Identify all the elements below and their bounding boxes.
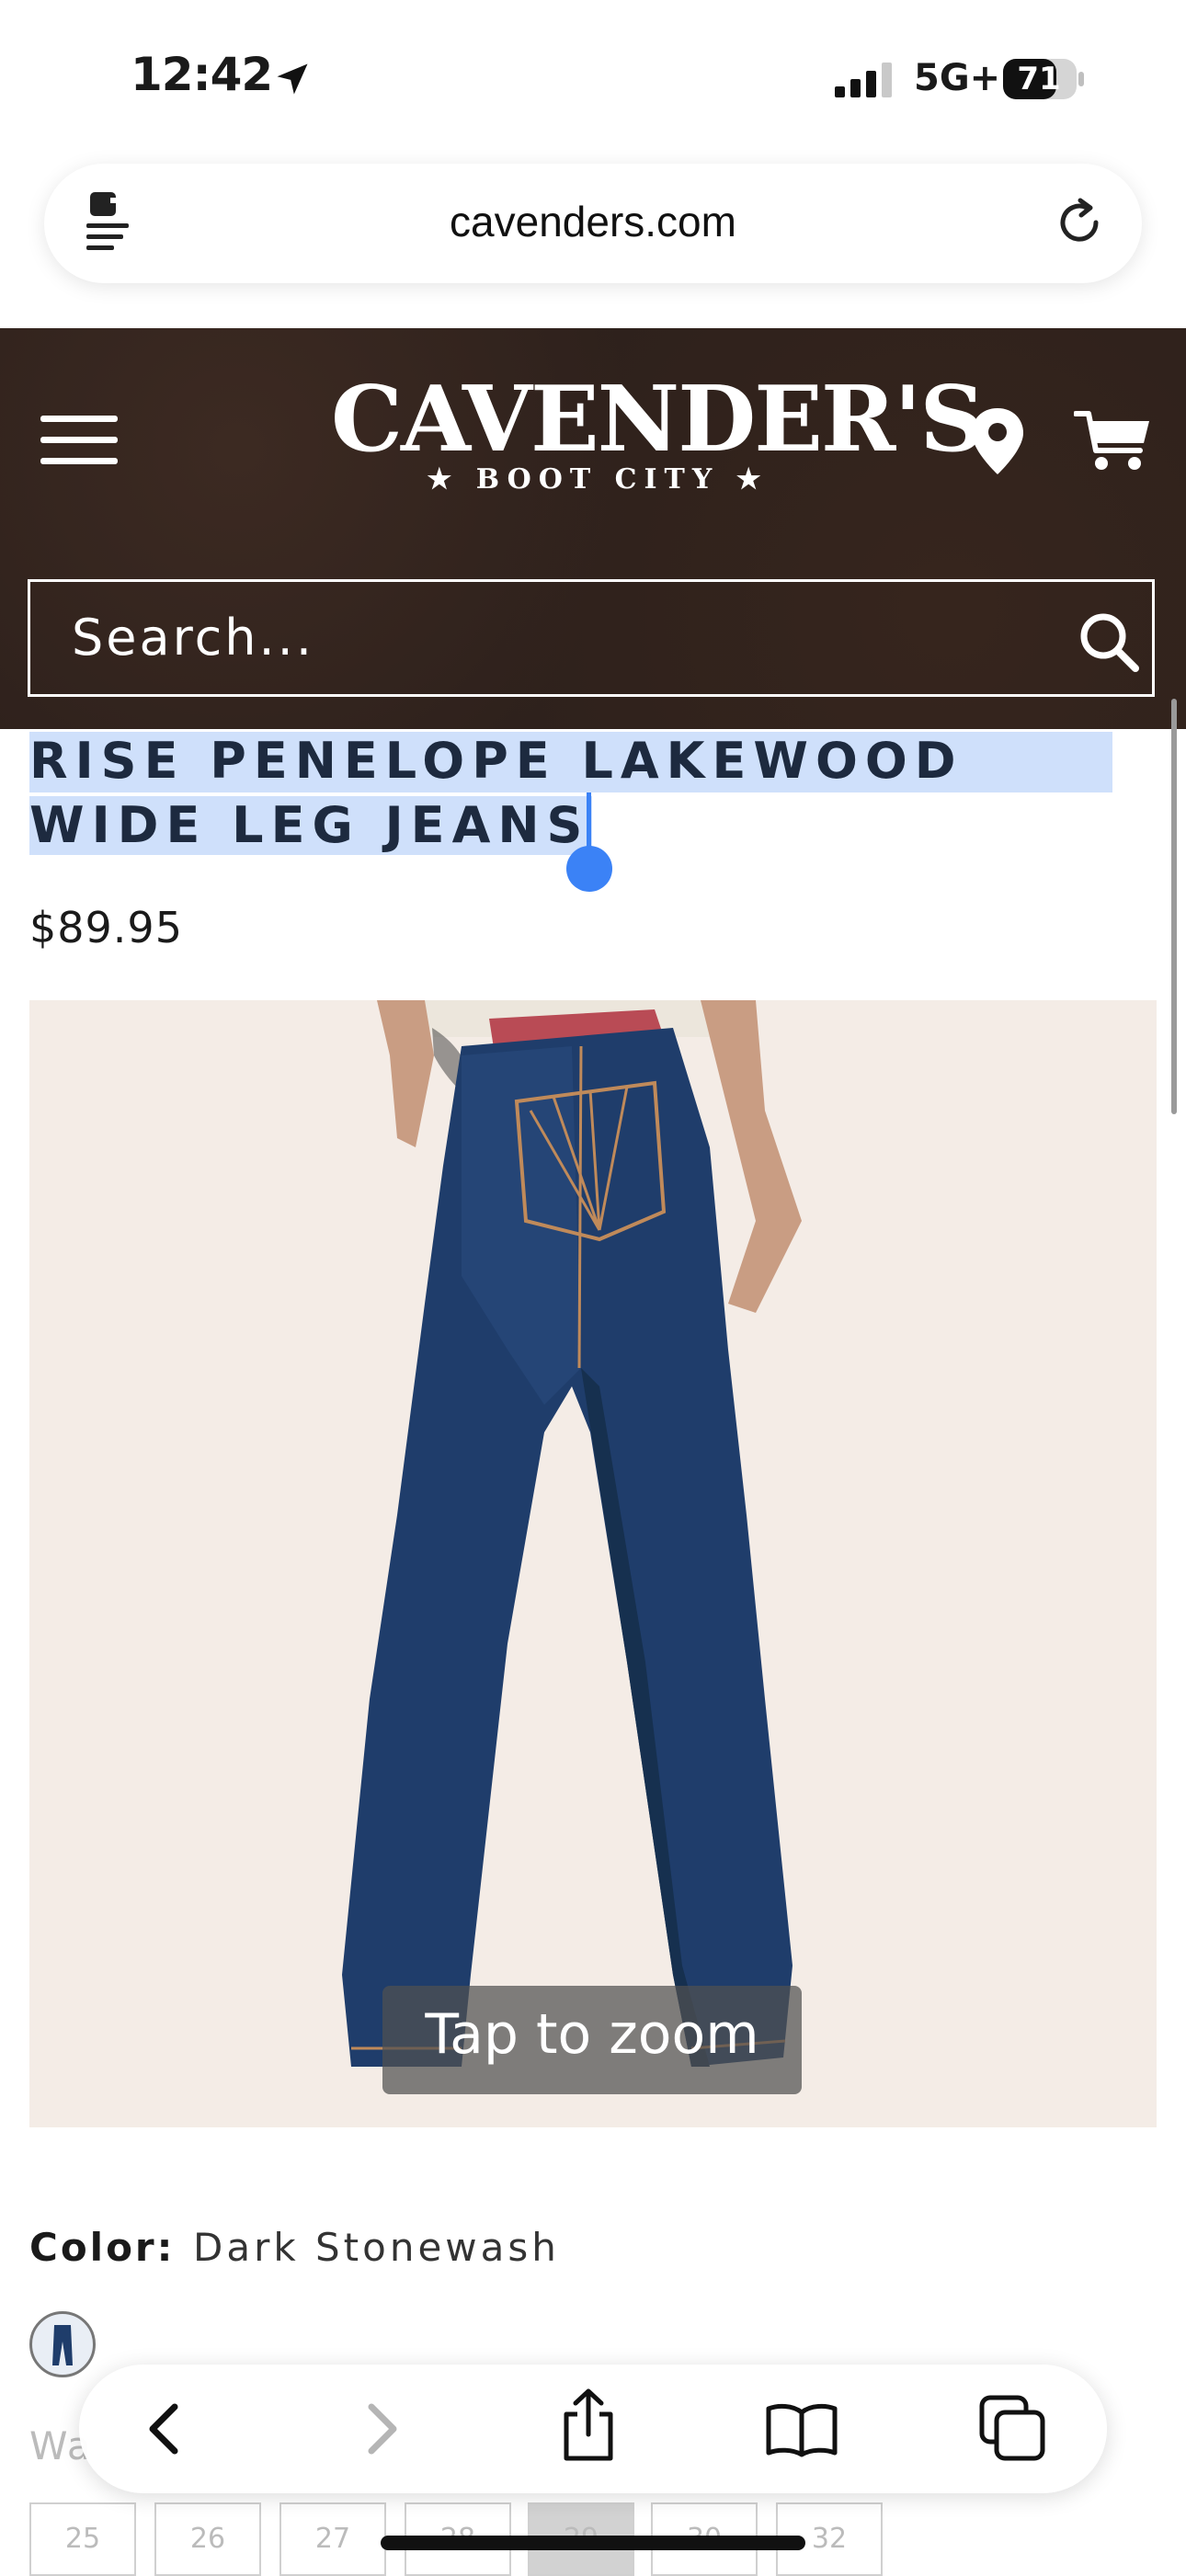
tabs-overview-icon[interactable] bbox=[978, 2394, 1046, 2462]
product-image[interactable] bbox=[29, 1000, 1157, 2127]
back-chevron-icon[interactable] bbox=[140, 2401, 189, 2456]
size-option-26[interactable]: 26 bbox=[154, 2502, 261, 2576]
jeans-illustration bbox=[342, 1000, 802, 2067]
search-icon[interactable] bbox=[1078, 610, 1140, 673]
store-locator-pin-icon[interactable] bbox=[967, 406, 1028, 476]
home-indicator bbox=[381, 2536, 805, 2550]
battery-icon: 71 bbox=[1002, 57, 1085, 101]
page-scrollbar[interactable] bbox=[1171, 699, 1177, 1114]
bookmarks-book-icon[interactable] bbox=[765, 2401, 838, 2458]
cavenders-logo[interactable]: CAVENDER'S ★ BOOT CITY ★ bbox=[331, 367, 985, 517]
product-title-line-2: WIDE LEG JEANS bbox=[29, 796, 590, 854]
swatch-jeans-icon bbox=[52, 2325, 73, 2365]
tap-to-zoom-label[interactable]: Tap to zoom bbox=[382, 2002, 802, 2067]
logo-wordmark: CAVENDER'S bbox=[331, 367, 985, 473]
product-title-line-1: RISE PENELOPE LAKEWOOD bbox=[29, 732, 964, 790]
url-text[interactable]: cavenders.com bbox=[0, 197, 1186, 246]
color-label: Color: bbox=[29, 2225, 176, 2270]
product-price: $89.95 bbox=[29, 903, 183, 952]
hamburger-menu-icon[interactable] bbox=[40, 412, 118, 469]
battery-level: 71 bbox=[1017, 61, 1061, 97]
signal-icon bbox=[835, 63, 892, 97]
status-time: 12:42 bbox=[131, 48, 273, 101]
size-option-25[interactable]: 25 bbox=[29, 2502, 136, 2576]
color-value: Dark Stonewash bbox=[193, 2225, 560, 2270]
color-swatch-dark-stonewash[interactable] bbox=[29, 2311, 96, 2377]
search-placeholder[interactable]: Search... bbox=[72, 609, 314, 667]
selection-handle[interactable] bbox=[566, 846, 612, 892]
shopping-cart-icon[interactable] bbox=[1074, 408, 1151, 473]
location-arrow-icon bbox=[277, 63, 308, 95]
forward-chevron-icon[interactable] bbox=[357, 2401, 406, 2456]
size-option-27[interactable]: 27 bbox=[279, 2502, 386, 2576]
share-icon[interactable] bbox=[557, 2387, 620, 2464]
reload-icon[interactable] bbox=[1055, 197, 1107, 248]
network-label: 5G+ bbox=[914, 57, 1001, 99]
